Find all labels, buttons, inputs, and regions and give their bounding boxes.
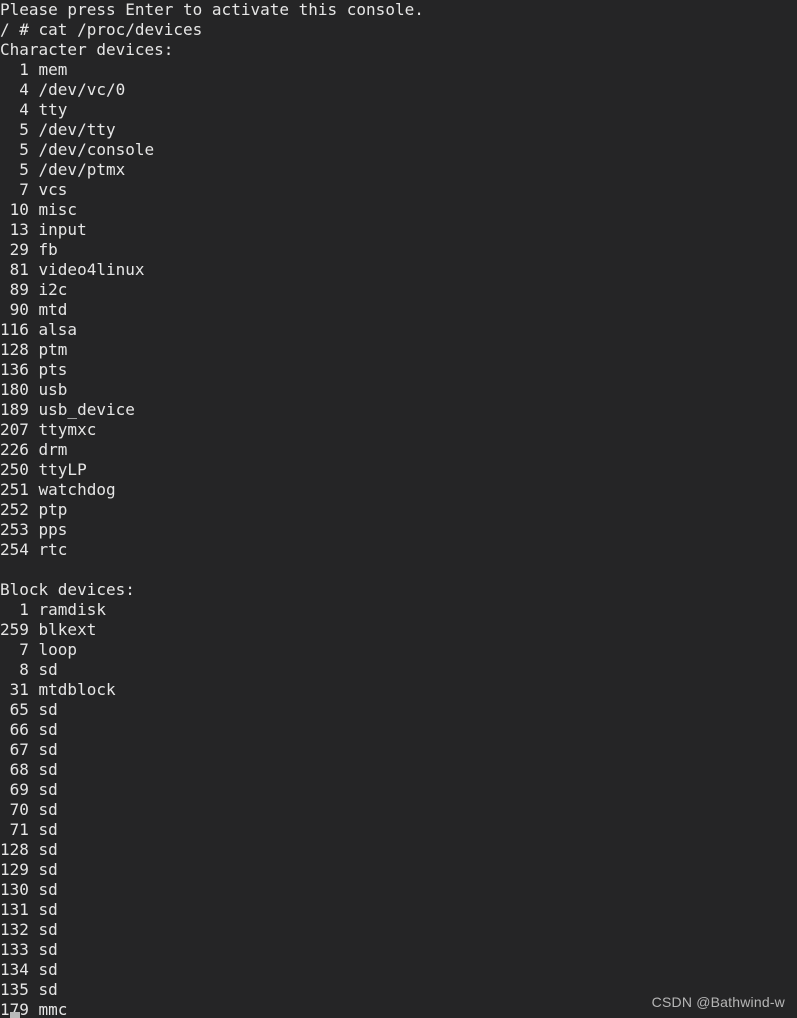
terminal-line: 226 drm	[0, 440, 68, 459]
terminal-line: 10 misc	[0, 200, 78, 219]
terminal-line: 5 /dev/console	[0, 140, 155, 159]
terminal-line: 4 tty	[0, 100, 68, 119]
terminal-line: 136 pts	[0, 360, 68, 379]
terminal-cursor	[9, 1012, 20, 1018]
terminal-line: 1 ramdisk	[0, 600, 106, 619]
terminal-line: 89 i2c	[0, 280, 68, 299]
terminal-line: 7 vcs	[0, 180, 68, 199]
terminal-line: 5 /dev/tty	[0, 120, 116, 139]
terminal-line: / # cat /proc/devices	[0, 20, 203, 39]
terminal-line: 128 sd	[0, 840, 58, 859]
terminal-line: 66 sd	[0, 720, 58, 739]
terminal-line: 251 watchdog	[0, 480, 116, 499]
terminal-line: 81 video4linux	[0, 260, 145, 279]
terminal-line: 250 ttyLP	[0, 460, 87, 479]
terminal-line: 4 /dev/vc/0	[0, 80, 126, 99]
watermark-label: CSDN @Bathwind-w	[651, 994, 785, 1010]
terminal-line: 189 usb_device	[0, 400, 135, 419]
terminal-line: 69 sd	[0, 780, 58, 799]
terminal-line: 253 pps	[0, 520, 68, 539]
terminal-output[interactable]: Please press Enter to activate this cons…	[0, 0, 797, 1018]
terminal-line: 132 sd	[0, 920, 58, 939]
terminal-line: 252 ptp	[0, 500, 68, 519]
terminal-line: 254 rtc	[0, 540, 68, 559]
terminal-line: 8 sd	[0, 660, 58, 679]
terminal-line: 90 mtd	[0, 300, 68, 319]
terminal-line: 7 loop	[0, 640, 78, 659]
terminal-line: 67 sd	[0, 740, 58, 759]
terminal-line: 116 alsa	[0, 320, 78, 339]
terminal-line: 133 sd	[0, 940, 58, 959]
terminal-line: 128 ptm	[0, 340, 68, 359]
terminal-line: 29 fb	[0, 240, 58, 259]
terminal-line: 131 sd	[0, 900, 58, 919]
terminal-line: 134 sd	[0, 960, 58, 979]
terminal-line: 259 blkext	[0, 620, 97, 639]
terminal-line: 207 ttymxc	[0, 420, 97, 439]
terminal-line: 31 mtdblock	[0, 680, 116, 699]
terminal-line: 1 mem	[0, 60, 68, 79]
terminal-line: 70 sd	[0, 800, 58, 819]
terminal-line: 13 input	[0, 220, 87, 239]
terminal-line: Character devices:	[0, 40, 174, 59]
terminal-line: 129 sd	[0, 860, 58, 879]
terminal-line: 130 sd	[0, 880, 58, 899]
terminal-line: Please press Enter to activate this cons…	[0, 0, 424, 19]
terminal-line: 65 sd	[0, 700, 58, 719]
terminal-line: 68 sd	[0, 760, 58, 779]
terminal-line: Block devices:	[0, 580, 135, 599]
terminal-line: 71 sd	[0, 820, 58, 839]
terminal-line: 5 /dev/ptmx	[0, 160, 126, 179]
terminal-line: 180 usb	[0, 380, 68, 399]
